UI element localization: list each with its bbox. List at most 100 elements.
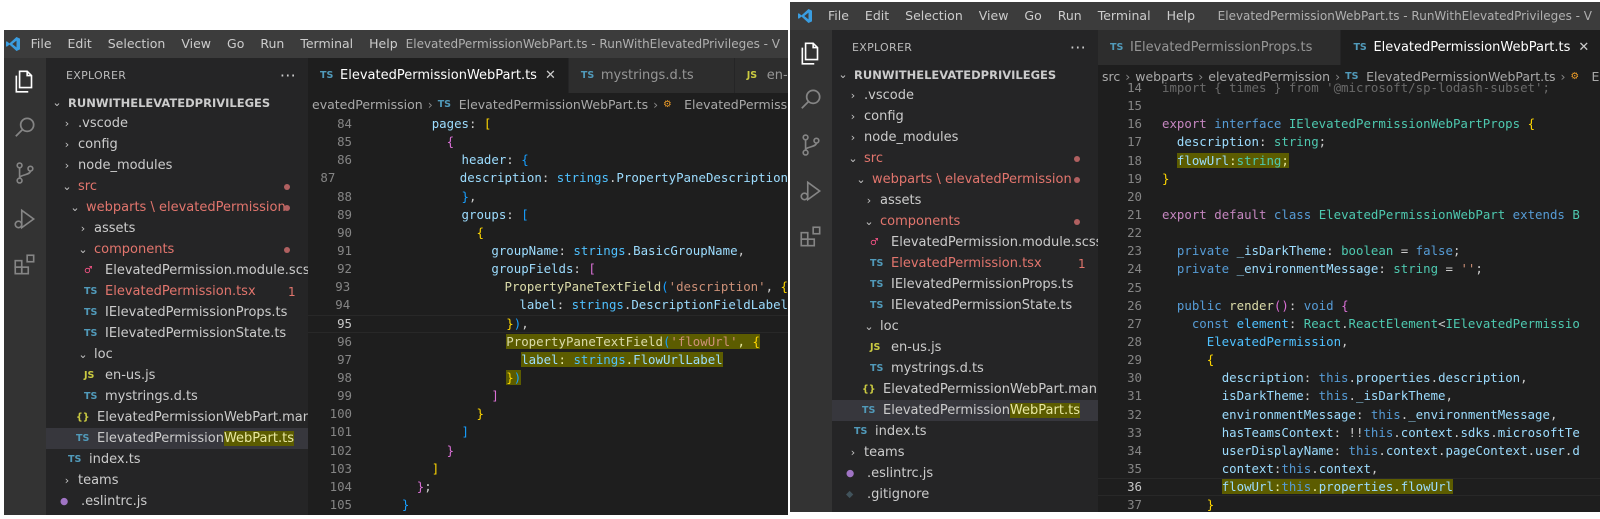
menu-view[interactable]: View — [173, 30, 219, 58]
project-folder[interactable]: ⌄ RUNWITHELEVATEDPRIVILEGES — [46, 92, 308, 113]
tab-props[interactable]: TS IElevatedPermissionProps.ts — [1098, 30, 1342, 65]
file-label: en-us.js — [105, 368, 156, 383]
chevron-right-icon: › — [64, 474, 70, 487]
ellipsis-icon[interactable]: ··· — [1070, 38, 1086, 57]
menu-edit[interactable]: Edit — [857, 2, 897, 30]
ellipsis-icon[interactable]: ··· — [280, 66, 296, 85]
file-scss[interactable]: ♂ ElevatedPermission.module.scss — [832, 232, 1098, 253]
folder-webparts[interactable]: ⌄ webparts \ elevatedPermission — [832, 169, 1098, 190]
run-debug-icon[interactable] — [4, 196, 46, 242]
menu-help[interactable]: Help — [361, 30, 406, 58]
folder-loc[interactable]: ⌄ loc — [46, 344, 308, 365]
folder-teams[interactable]: › teams — [832, 442, 1098, 463]
git-file-icon: ◆ — [846, 489, 854, 500]
chevron-right-icon: › — [427, 96, 433, 112]
file-state[interactable]: TS IElevatedPermissionState.ts — [832, 295, 1098, 316]
file-index[interactable]: TS index.ts — [46, 449, 308, 470]
json-file-icon: {} — [76, 412, 90, 423]
search-icon[interactable] — [4, 104, 46, 150]
tab-en-us[interactable]: JS en-us.js — [734, 58, 788, 93]
search-icon[interactable] — [790, 76, 832, 122]
file-en-us[interactable]: JS en-us.js — [46, 365, 308, 386]
file-scss[interactable]: ♂ ElevatedPermission.module.scss — [46, 260, 308, 281]
folder-config[interactable]: › config — [46, 134, 308, 155]
file-webpart[interactable]: TS ElevatedPermission WebPart.ts — [46, 428, 308, 449]
file-eslintrc[interactable]: ● .eslintrc.js — [832, 463, 1098, 484]
file-state[interactable]: TS IElevatedPermissionState.ts — [46, 323, 308, 344]
run-debug-icon[interactable] — [790, 168, 832, 214]
ts-file-icon: TS — [320, 70, 334, 81]
menu-selection[interactable]: Selection — [100, 30, 174, 58]
menu-terminal[interactable]: Terminal — [292, 30, 361, 58]
file-webpart[interactable]: TS ElevatedPermission WebPart.ts — [832, 400, 1098, 421]
file-props[interactable]: TS IElevatedPermissionProps.ts — [832, 274, 1098, 295]
folder-node-modules[interactable]: › node_modules — [832, 127, 1098, 148]
file-eslintrc[interactable]: ● .eslintrc.js — [46, 491, 308, 512]
breadcrumb-item[interactable]: evatedPermission — [312, 97, 423, 112]
folder-node-modules[interactable]: › node_modules — [46, 155, 308, 176]
folder-components[interactable]: ⌄ components — [46, 239, 308, 260]
chevron-down-icon: ⌄ — [838, 68, 848, 81]
close-icon[interactable]: ✕ — [545, 68, 556, 83]
menu-help[interactable]: Help — [1159, 2, 1204, 30]
line-number: 27 — [1127, 315, 1142, 331]
chevron-down-icon: ⌄ — [78, 348, 88, 361]
file-tsx[interactable]: TS ElevatedPermission.tsx 1 — [46, 281, 308, 302]
line-number: 102 — [329, 442, 352, 458]
files-icon[interactable] — [4, 58, 46, 104]
file-props[interactable]: TS IElevatedPermissionProps.ts — [46, 302, 308, 323]
tab-mystrings[interactable]: TS mystrings.d.ts — [568, 58, 735, 93]
chevron-down-icon: ⌄ — [864, 320, 874, 333]
menu-go[interactable]: Go — [219, 30, 252, 58]
menu-selection[interactable]: Selection — [897, 2, 971, 30]
folder-assets[interactable]: › assets — [46, 218, 308, 239]
folder-label: components — [94, 242, 175, 257]
folder-src[interactable]: ⌄ src — [46, 176, 308, 197]
source-control-icon[interactable] — [790, 122, 832, 168]
tab-webpart[interactable]: TS ElevatedPermissionWebPart.ts ✕ — [308, 58, 569, 93]
project-folder[interactable]: ⌄ RUNWITHELEVATEDPRIVILEGES — [832, 64, 1098, 85]
menu-run[interactable]: Run — [1050, 2, 1090, 30]
folder-vscode[interactable]: › .vscode — [832, 85, 1098, 106]
tab-webpart[interactable]: TS ElevatedPermissionWebPart.ts ✕ — [1341, 30, 1600, 65]
extensions-icon[interactable] — [4, 242, 46, 288]
menu-file[interactable]: File — [23, 30, 60, 58]
menu-terminal[interactable]: Terminal — [1090, 2, 1159, 30]
file-manifest[interactable]: {} ElevatedPermissionWebPart.manifest.... — [46, 407, 308, 428]
menu-view[interactable]: View — [971, 2, 1017, 30]
file-mystrings[interactable]: TS mystrings.d.ts — [832, 358, 1098, 379]
folder-label: loc — [94, 347, 113, 362]
line-number: 89 — [337, 206, 352, 222]
file-tsx[interactable]: TS ElevatedPermission.tsx 1 — [832, 253, 1098, 274]
line-number: 103 — [329, 460, 352, 476]
menu-file[interactable]: File — [820, 2, 857, 30]
folder-vscode[interactable]: › .vscode — [46, 113, 308, 134]
code-editor[interactable]: 84 pages: [ 85 { 86 header: { 87 descrip… — [308, 115, 788, 514]
menu-go[interactable]: Go — [1016, 2, 1049, 30]
file-index[interactable]: TS index.ts — [832, 421, 1098, 442]
folder-components[interactable]: ⌄ components — [832, 211, 1098, 232]
folder-config[interactable]: › config — [832, 106, 1098, 127]
line-number: 86 — [337, 152, 352, 168]
extensions-icon[interactable] — [790, 214, 832, 260]
folder-loc[interactable]: ⌄ loc — [832, 316, 1098, 337]
folder-teams[interactable]: › teams — [46, 470, 308, 491]
chevron-right-icon: › — [850, 89, 856, 102]
folder-label: src — [864, 151, 883, 166]
file-manifest[interactable]: {} ElevatedPermissionWebPart.manifest.... — [832, 379, 1098, 400]
folder-src[interactable]: ⌄ src — [832, 148, 1098, 169]
files-icon[interactable] — [790, 30, 832, 76]
breadcrumb-item[interactable]: ElevatedPermissionWebPart — [684, 97, 788, 112]
source-control-icon[interactable] — [4, 150, 46, 196]
file-gitignore[interactable]: ◆ .gitignore — [832, 484, 1098, 505]
folder-assets[interactable]: › assets — [832, 190, 1098, 211]
close-icon[interactable]: ✕ — [1578, 40, 1589, 55]
file-mystrings[interactable]: TS mystrings.d.ts — [46, 386, 308, 407]
breadcrumb-item[interactable]: ElevatedPermissionWebPart.ts — [459, 97, 648, 112]
file-en-us[interactable]: JS en-us.js — [832, 337, 1098, 358]
code-editor[interactable]: 14 import { times } from '@microsoft/sp-l… — [1098, 79, 1600, 512]
file-label: IElevatedPermissionState.ts — [891, 298, 1073, 313]
folder-webparts[interactable]: ⌄ webparts \ elevatedPermission — [46, 197, 308, 218]
menu-edit[interactable]: Edit — [60, 30, 100, 58]
menu-run[interactable]: Run — [252, 30, 292, 58]
